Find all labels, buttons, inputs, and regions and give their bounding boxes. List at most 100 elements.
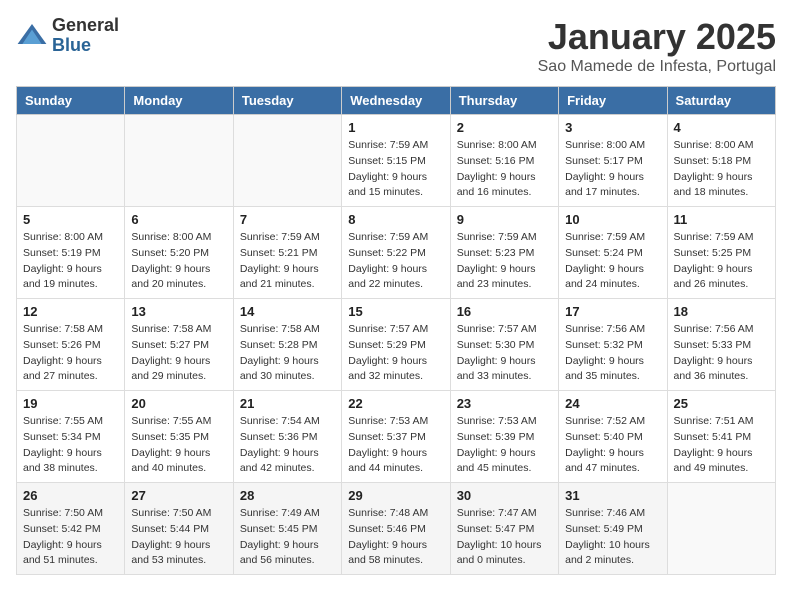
day-number: 26 [23, 488, 118, 503]
calendar-cell [125, 115, 233, 207]
day-number: 15 [348, 304, 443, 319]
day-info: Sunrise: 7:59 AMSunset: 5:24 PMDaylight:… [565, 230, 660, 293]
day-info: Sunrise: 7:56 AMSunset: 5:32 PMDaylight:… [565, 322, 660, 385]
calendar-cell: 22 Sunrise: 7:53 AMSunset: 5:37 PMDayligh… [342, 391, 450, 483]
day-number: 24 [565, 396, 660, 411]
calendar-cell: 27 Sunrise: 7:50 AMSunset: 5:44 PMDayligh… [125, 483, 233, 575]
calendar-cell: 3 Sunrise: 8:00 AMSunset: 5:17 PMDaylight… [559, 115, 667, 207]
day-number: 3 [565, 120, 660, 135]
calendar-cell: 30 Sunrise: 7:47 AMSunset: 5:47 PMDayligh… [450, 483, 558, 575]
calendar-cell: 12 Sunrise: 7:58 AMSunset: 5:26 PMDayligh… [17, 299, 125, 391]
day-info: Sunrise: 7:58 AMSunset: 5:27 PMDaylight:… [131, 322, 226, 385]
day-number: 11 [674, 212, 769, 227]
day-header-friday: Friday [559, 87, 667, 115]
day-info: Sunrise: 7:57 AMSunset: 5:29 PMDaylight:… [348, 322, 443, 385]
logo-icon [16, 20, 48, 52]
calendar-cell: 25Sunrise: 7:51 AMSunset: 5:41 PMDayligh… [667, 391, 775, 483]
calendar-cell: 11 Sunrise: 7:59 AMSunset: 5:25 PMDayligh… [667, 207, 775, 299]
day-info: Sunrise: 7:59 AMSunset: 5:15 PMDaylight:… [348, 138, 443, 201]
calendar-cell: 15 Sunrise: 7:57 AMSunset: 5:29 PMDayligh… [342, 299, 450, 391]
day-number: 9 [457, 212, 552, 227]
day-info: Sunrise: 8:00 AMSunset: 5:18 PMDaylight:… [674, 138, 769, 201]
day-info: Sunrise: 7:53 AMSunset: 5:37 PMDaylight:… [348, 414, 443, 477]
calendar-cell [17, 115, 125, 207]
day-info: Sunrise: 8:00 AMSunset: 5:16 PMDaylight:… [457, 138, 552, 201]
day-info: Sunrise: 8:00 AMSunset: 5:17 PMDaylight:… [565, 138, 660, 201]
day-info: Sunrise: 8:00 AMSunset: 5:20 PMDaylight:… [131, 230, 226, 293]
calendar-cell: 24Sunrise: 7:52 AMSunset: 5:40 PMDayligh… [559, 391, 667, 483]
main-title: January 2025 [538, 16, 776, 58]
day-number: 29 [348, 488, 443, 503]
calendar-cell: 16 Sunrise: 7:57 AMSunset: 5:30 PMDayligh… [450, 299, 558, 391]
day-number: 8 [348, 212, 443, 227]
day-number: 22 [348, 396, 443, 411]
calendar-cell: 13 Sunrise: 7:58 AMSunset: 5:27 PMDayligh… [125, 299, 233, 391]
calendar-cell: 1 Sunrise: 7:59 AMSunset: 5:15 PMDaylight… [342, 115, 450, 207]
week-row-3: 12 Sunrise: 7:58 AMSunset: 5:26 PMDayligh… [17, 299, 776, 391]
day-number: 1 [348, 120, 443, 135]
calendar-cell: 26 Sunrise: 7:50 AMSunset: 5:42 PMDayligh… [17, 483, 125, 575]
day-info: Sunrise: 7:49 AMSunset: 5:45 PMDaylight:… [240, 506, 335, 569]
day-header-saturday: Saturday [667, 87, 775, 115]
logo-general-text: General [52, 16, 119, 36]
day-number: 14 [240, 304, 335, 319]
day-header-sunday: Sunday [17, 87, 125, 115]
calendar-cell: 23Sunrise: 7:53 AMSunset: 5:39 PMDayligh… [450, 391, 558, 483]
calendar-cell: 9 Sunrise: 7:59 AMSunset: 5:23 PMDaylight… [450, 207, 558, 299]
day-number: 16 [457, 304, 552, 319]
calendar-cell: 31Sunrise: 7:46 AMSunset: 5:49 PMDayligh… [559, 483, 667, 575]
calendar-cell: 4 Sunrise: 8:00 AMSunset: 5:18 PMDaylight… [667, 115, 775, 207]
calendar-cell: 2Sunrise: 8:00 AMSunset: 5:16 PMDaylight… [450, 115, 558, 207]
calendar-cell [667, 483, 775, 575]
day-info: Sunrise: 7:59 AMSunset: 5:25 PMDaylight:… [674, 230, 769, 293]
day-info: Sunrise: 7:56 AMSunset: 5:33 PMDaylight:… [674, 322, 769, 385]
day-number: 31 [565, 488, 660, 503]
calendar-cell: 28 Sunrise: 7:49 AMSunset: 5:45 PMDayligh… [233, 483, 341, 575]
calendar-cell: 5Sunrise: 8:00 AMSunset: 5:19 PMDaylight… [17, 207, 125, 299]
day-info: Sunrise: 7:58 AMSunset: 5:28 PMDaylight:… [240, 322, 335, 385]
day-number: 27 [131, 488, 226, 503]
day-info: Sunrise: 7:55 AMSunset: 5:35 PMDaylight:… [131, 414, 226, 477]
calendar-cell: 10 Sunrise: 7:59 AMSunset: 5:24 PMDayligh… [559, 207, 667, 299]
day-header-wednesday: Wednesday [342, 87, 450, 115]
day-info: Sunrise: 7:58 AMSunset: 5:26 PMDaylight:… [23, 322, 118, 385]
week-row-4: 19Sunrise: 7:55 AMSunset: 5:34 PMDayligh… [17, 391, 776, 483]
title-section: January 2025 Sao Mamede de Infesta, Port… [538, 16, 776, 76]
day-number: 30 [457, 488, 552, 503]
logo-blue-text: Blue [52, 36, 119, 56]
logo: General Blue [16, 16, 119, 56]
calendar-table: SundayMondayTuesdayWednesdayThursdayFrid… [16, 86, 776, 575]
day-number: 12 [23, 304, 118, 319]
day-header-tuesday: Tuesday [233, 87, 341, 115]
day-info: Sunrise: 7:59 AMSunset: 5:21 PMDaylight:… [240, 230, 335, 293]
day-info: Sunrise: 7:47 AMSunset: 5:47 PMDaylight:… [457, 506, 552, 569]
calendar-cell: 17 Sunrise: 7:56 AMSunset: 5:32 PMDayligh… [559, 299, 667, 391]
calendar-cell [233, 115, 341, 207]
calendar-cell: 7 Sunrise: 7:59 AMSunset: 5:21 PMDaylight… [233, 207, 341, 299]
week-row-1: 1 Sunrise: 7:59 AMSunset: 5:15 PMDaylight… [17, 115, 776, 207]
logo-text: General Blue [52, 16, 119, 56]
day-info: Sunrise: 7:57 AMSunset: 5:30 PMDaylight:… [457, 322, 552, 385]
day-number: 20 [131, 396, 226, 411]
day-info: Sunrise: 7:59 AMSunset: 5:23 PMDaylight:… [457, 230, 552, 293]
calendar-cell: 18Sunrise: 7:56 AMSunset: 5:33 PMDayligh… [667, 299, 775, 391]
page-header: General Blue January 2025 Sao Mamede de … [16, 16, 776, 76]
day-number: 5 [23, 212, 118, 227]
calendar-cell: 19Sunrise: 7:55 AMSunset: 5:34 PMDayligh… [17, 391, 125, 483]
day-number: 4 [674, 120, 769, 135]
calendar-header-row: SundayMondayTuesdayWednesdayThursdayFrid… [17, 87, 776, 115]
day-number: 7 [240, 212, 335, 227]
day-number: 10 [565, 212, 660, 227]
day-header-monday: Monday [125, 87, 233, 115]
calendar-cell: 29Sunrise: 7:48 AMSunset: 5:46 PMDayligh… [342, 483, 450, 575]
day-info: Sunrise: 7:50 AMSunset: 5:42 PMDaylight:… [23, 506, 118, 569]
day-info: Sunrise: 7:50 AMSunset: 5:44 PMDaylight:… [131, 506, 226, 569]
day-info: Sunrise: 7:54 AMSunset: 5:36 PMDaylight:… [240, 414, 335, 477]
day-info: Sunrise: 7:55 AMSunset: 5:34 PMDaylight:… [23, 414, 118, 477]
day-number: 21 [240, 396, 335, 411]
day-number: 13 [131, 304, 226, 319]
day-info: Sunrise: 7:51 AMSunset: 5:41 PMDaylight:… [674, 414, 769, 477]
day-number: 17 [565, 304, 660, 319]
day-number: 28 [240, 488, 335, 503]
week-row-5: 26 Sunrise: 7:50 AMSunset: 5:42 PMDayligh… [17, 483, 776, 575]
